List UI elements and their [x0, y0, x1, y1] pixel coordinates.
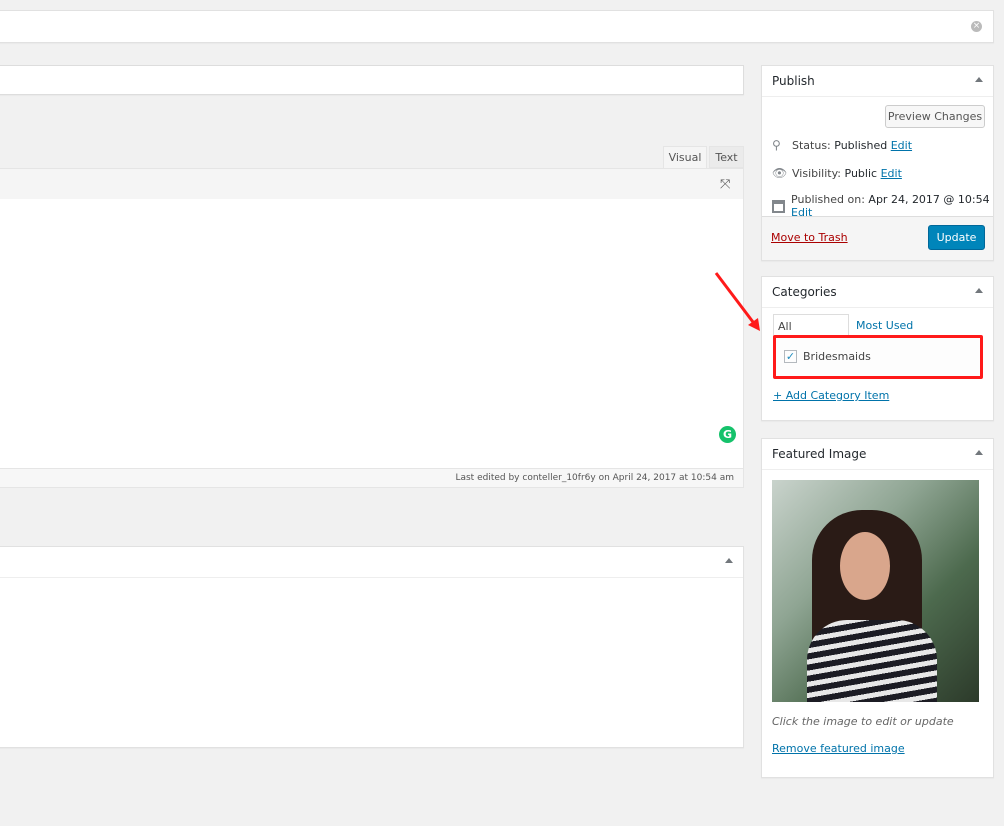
edit-status-link[interactable]: Edit — [891, 139, 912, 152]
post-title-input[interactable] — [0, 65, 744, 95]
collapse-icon[interactable] — [975, 450, 983, 455]
meta-box — [0, 546, 744, 748]
category-item[interactable]: ✓ Bridesmaids — [784, 350, 871, 363]
tab-text[interactable]: Text — [709, 146, 744, 168]
remove-featured-image-link[interactable]: Remove featured image — [772, 742, 905, 755]
pin-icon: ⚲ — [772, 138, 781, 152]
publish-title: Publish — [772, 74, 815, 88]
calendar-icon — [772, 199, 786, 213]
fullscreen-icon[interactable]: ⤧ — [720, 177, 730, 192]
featured-image-box: Featured Image Click the image to edit o… — [761, 438, 994, 778]
add-category-link[interactable]: + Add Category Item — [773, 389, 889, 402]
tab-most-used[interactable]: Most Used — [856, 319, 913, 332]
categories-box: Categories All Categories Most Used ✓ Br… — [761, 276, 994, 421]
tab-all-categories[interactable]: All Categories — [773, 314, 849, 346]
grammarly-icon[interactable]: G — [719, 426, 736, 443]
collapse-icon[interactable] — [725, 558, 733, 563]
update-button[interactable]: Update — [928, 225, 985, 250]
edit-visibility-link[interactable]: Edit — [881, 167, 902, 180]
editor-content[interactable]: G — [0, 199, 744, 469]
editor-toolbar: ⤧ — [0, 168, 744, 200]
eye-icon: 👁 — [772, 166, 788, 180]
category-label: Bridesmaids — [803, 350, 871, 363]
top-search-bar[interactable]: × — [0, 10, 994, 43]
clear-icon[interactable]: × — [971, 21, 982, 32]
collapse-icon[interactable] — [975, 288, 983, 293]
move-to-trash-link[interactable]: Move to Trash — [771, 231, 848, 244]
editor-status-bar: Last edited by conteller_10fr6y on April… — [0, 468, 744, 488]
featured-caption: Click the image to edit or update — [772, 715, 954, 728]
checkbox-checked-icon[interactable]: ✓ — [784, 350, 797, 363]
publish-box: Publish Preview Changes ⚲ Status: Publish… — [761, 65, 994, 261]
featured-image-title: Featured Image — [772, 447, 867, 461]
featured-image[interactable] — [772, 480, 979, 702]
preview-changes-button[interactable]: Preview Changes — [885, 105, 985, 128]
collapse-icon[interactable] — [975, 77, 983, 82]
tab-visual[interactable]: Visual — [663, 146, 707, 169]
category-list: ✓ Bridesmaids — [773, 335, 983, 379]
categories-title: Categories — [772, 285, 837, 299]
